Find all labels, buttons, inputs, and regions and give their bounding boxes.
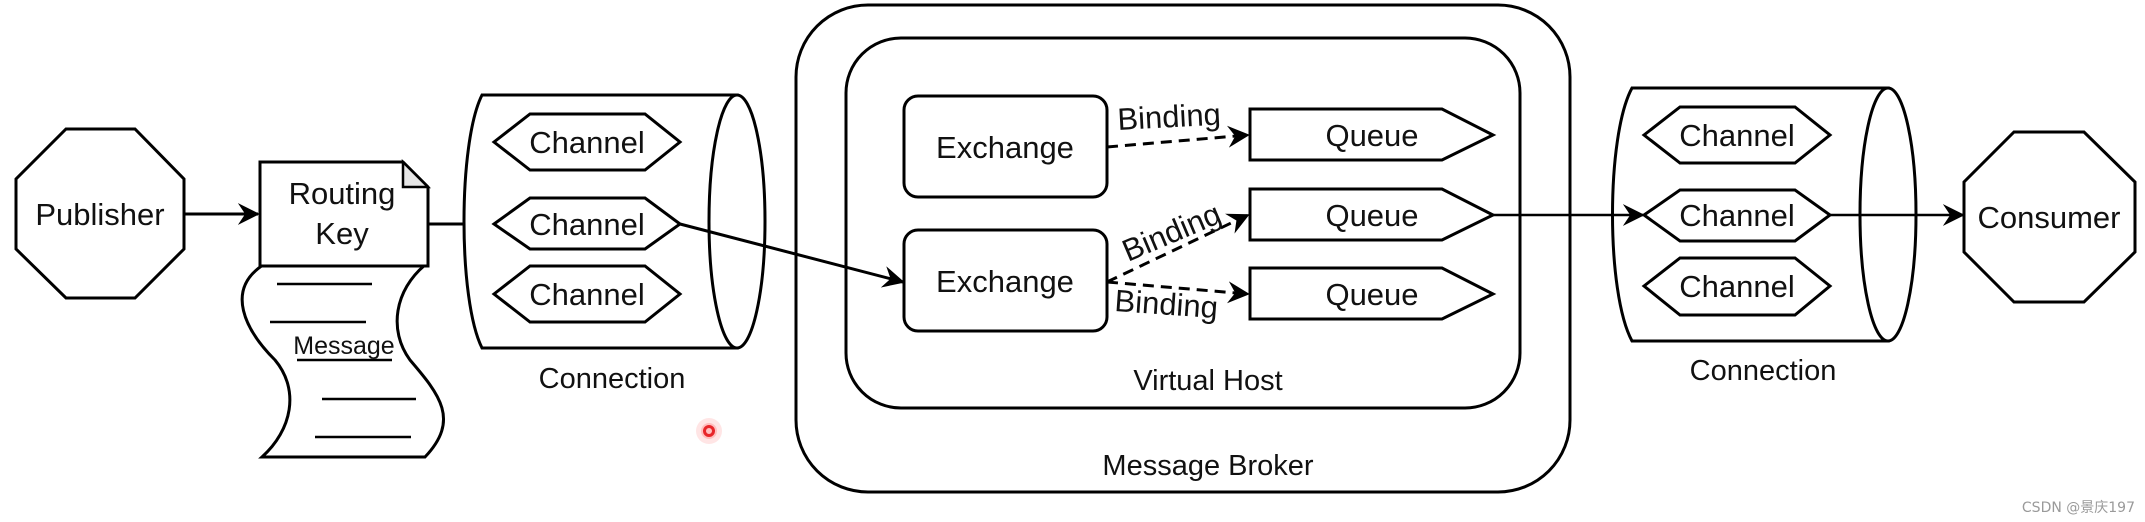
- routing-key-node: Routing Key: [258, 158, 432, 268]
- publisher-label: Publisher: [35, 197, 164, 232]
- consumer-channel-3: Channel: [1641, 256, 1833, 317]
- publisher-connection-label: Connection: [539, 363, 686, 395]
- consumer-connection-label: Connection: [1690, 355, 1837, 387]
- cursor-indicator: [696, 418, 722, 444]
- queue-1: Queue: [1248, 107, 1497, 162]
- consumer-node: Consumer: [1962, 130, 2137, 304]
- consumer-channel-2: Channel: [1641, 188, 1833, 243]
- queue-2: Queue: [1248, 187, 1497, 242]
- binding-label-3: Binding: [1114, 283, 1220, 325]
- channel-label: Channel: [1679, 269, 1794, 304]
- cylinder-end: [707, 93, 767, 350]
- queue-label: Queue: [1325, 277, 1418, 312]
- exchange-1: Exchange: [902, 94, 1109, 199]
- exchange-label: Exchange: [936, 264, 1074, 299]
- diagram-canvas: Publisher Message Routing Key Connection…: [14, 3, 2137, 516]
- consumer-label: Consumer: [1978, 200, 2121, 235]
- channel-label: Channel: [1679, 198, 1794, 233]
- message-label: Message: [293, 332, 394, 360]
- channel-label: Channel: [529, 207, 644, 242]
- binding-edge-1: [1106, 125, 1250, 149]
- binding-label-2: Binding: [1117, 196, 1226, 269]
- publisher-node: Publisher: [14, 127, 186, 300]
- channel-label: Channel: [529, 125, 644, 160]
- message-node: Message: [240, 263, 445, 459]
- queue-3: Queue: [1248, 266, 1497, 321]
- exchange-2: Exchange: [902, 228, 1109, 333]
- queue-label: Queue: [1325, 198, 1418, 233]
- publisher-channel-1: Channel: [491, 112, 683, 172]
- binding-label-1: Binding: [1117, 97, 1222, 137]
- routing-key-line2: Key: [315, 216, 369, 251]
- publisher-channel-2: Channel: [491, 196, 683, 251]
- routing-key-line1: Routing: [289, 176, 396, 211]
- publisher-channel-3: Channel: [491, 264, 683, 324]
- message-broker-label: Message Broker: [1102, 450, 1313, 482]
- queue-label: Queue: [1325, 118, 1418, 153]
- exchange-label: Exchange: [936, 130, 1074, 165]
- consumer-channel-1: Channel: [1641, 105, 1833, 165]
- virtual-host-label: Virtual Host: [1133, 365, 1282, 397]
- channel-label: Channel: [1679, 118, 1794, 153]
- watermark: CSDN @景庆197: [2022, 500, 2135, 516]
- note-fold-icon: [401, 158, 432, 189]
- channel-label: Channel: [529, 277, 644, 312]
